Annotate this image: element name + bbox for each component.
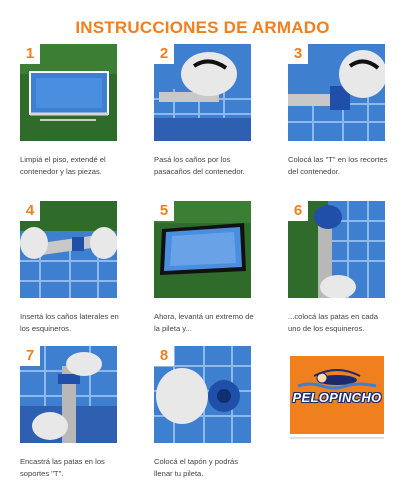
step-2-caption: Pasá los caños por los pasacaños del con… xyxy=(154,155,245,176)
step-8-photo: 8 xyxy=(154,346,251,443)
step-3-number: 3 xyxy=(288,44,308,64)
step-4-photo: 4 xyxy=(20,201,117,298)
step-4-caption: Insertá los caños laterales en los esqui… xyxy=(20,312,119,333)
step-6-photo: 6 xyxy=(288,201,385,298)
step-2-number: 2 xyxy=(154,44,174,64)
step-2-photo: 2 xyxy=(154,44,251,141)
brand-logo-text: PELOPINCHO xyxy=(292,390,382,405)
brand-logo: PELOPINCHO xyxy=(290,356,384,434)
step-5-photo: 5 xyxy=(154,201,251,298)
divider xyxy=(290,437,384,439)
step-7-number: 7 xyxy=(20,346,40,366)
step-3-photo: 3 xyxy=(288,44,385,141)
step-3-caption: Colocá las "T" en los recortes del conte… xyxy=(288,155,388,176)
step-8-number: 8 xyxy=(154,346,174,366)
step-5-number: 5 xyxy=(154,201,174,221)
step-7-caption: Encastrá las patas en los soportes "T". xyxy=(20,457,105,478)
step-5-caption: Ahora, levantá un extremo de la pileta y… xyxy=(154,312,254,333)
step-6-number: 6 xyxy=(288,201,308,221)
step-6-caption: ...colocá las patas en cada uno de los e… xyxy=(288,312,378,333)
step-7-photo: 7 xyxy=(20,346,117,443)
step-8-caption: Colocá el tapón y podrás llenar tu pilet… xyxy=(154,457,239,478)
step-1-caption: Limpiá el piso, extendé el contenedor y … xyxy=(20,155,106,176)
step-1-number: 1 xyxy=(20,44,40,64)
step-4-number: 4 xyxy=(20,201,40,221)
step-1-photo: 1 xyxy=(20,44,117,141)
page-title: INSTRUCCIONES DE ARMADO xyxy=(75,18,330,37)
